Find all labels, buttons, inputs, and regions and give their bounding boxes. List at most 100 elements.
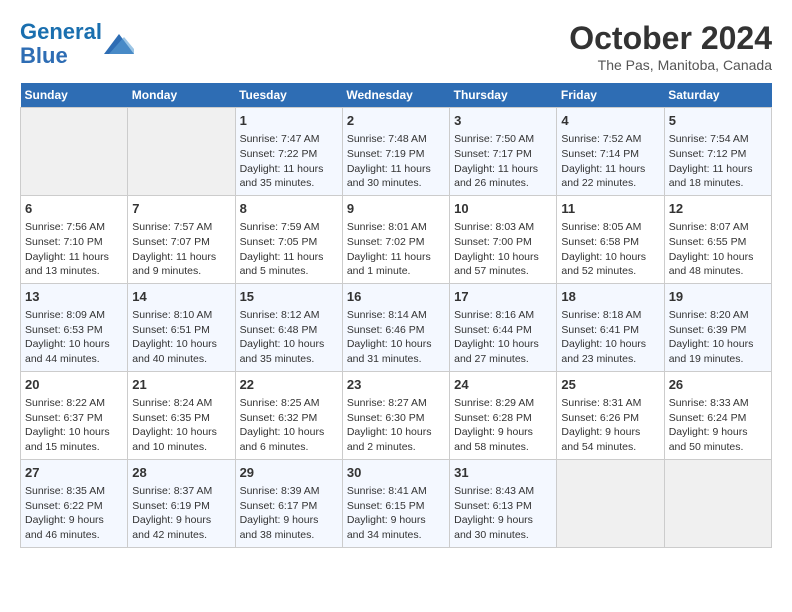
day-number: 13 (25, 288, 123, 306)
day-info: Sunrise: 8:22 AM Sunset: 6:37 PM Dayligh… (25, 396, 123, 455)
day-number: 23 (347, 376, 445, 394)
calendar-cell: 30 Sunrise: 8:41 AM Sunset: 6:15 PM Dayli… (342, 459, 449, 547)
calendar-cell (128, 108, 235, 196)
day-number: 17 (454, 288, 552, 306)
weekday-header: Friday (557, 83, 664, 108)
day-number: 16 (347, 288, 445, 306)
calendar-cell: 21 Sunrise: 8:24 AM Sunset: 6:35 PM Dayli… (128, 371, 235, 459)
day-number: 2 (347, 112, 445, 130)
calendar-table: SundayMondayTuesdayWednesdayThursdayFrid… (20, 83, 772, 548)
day-info: Sunrise: 8:39 AM Sunset: 6:17 PM Dayligh… (240, 484, 338, 543)
calendar-cell: 2 Sunrise: 7:48 AM Sunset: 7:19 PM Daylig… (342, 108, 449, 196)
location: The Pas, Manitoba, Canada (569, 57, 772, 73)
calendar-cell: 7 Sunrise: 7:57 AM Sunset: 7:07 PM Daylig… (128, 195, 235, 283)
logo-subtext: Blue (20, 43, 68, 68)
calendar-cell: 13 Sunrise: 8:09 AM Sunset: 6:53 PM Dayli… (21, 283, 128, 371)
calendar-cell: 28 Sunrise: 8:37 AM Sunset: 6:19 PM Dayli… (128, 459, 235, 547)
day-info: Sunrise: 8:27 AM Sunset: 6:30 PM Dayligh… (347, 396, 445, 455)
calendar-cell: 17Sunrise: 8:16 AM Sunset: 6:44 PM Dayli… (450, 283, 557, 371)
month-title: October 2024 (569, 20, 772, 57)
day-info: Sunrise: 8:31 AM Sunset: 6:26 PM Dayligh… (561, 396, 659, 455)
day-info: Sunrise: 8:20 AM Sunset: 6:39 PM Dayligh… (669, 308, 767, 367)
day-info: Sunrise: 7:48 AM Sunset: 7:19 PM Dayligh… (347, 132, 445, 191)
weekday-header: Monday (128, 83, 235, 108)
day-info: Sunrise: 8:01 AM Sunset: 7:02 PM Dayligh… (347, 220, 445, 279)
day-info: Sunrise: 7:57 AM Sunset: 7:07 PM Dayligh… (132, 220, 230, 279)
calendar-cell: 24Sunrise: 8:29 AM Sunset: 6:28 PM Dayli… (450, 371, 557, 459)
day-number: 15 (240, 288, 338, 306)
calendar-cell (21, 108, 128, 196)
calendar-cell: 14 Sunrise: 8:10 AM Sunset: 6:51 PM Dayli… (128, 283, 235, 371)
day-number: 6 (25, 200, 123, 218)
day-number: 3 (454, 112, 552, 130)
day-number: 31 (454, 464, 552, 482)
day-info: Sunrise: 8:24 AM Sunset: 6:35 PM Dayligh… (132, 396, 230, 455)
day-number: 26 (669, 376, 767, 394)
calendar-cell: 3 Sunrise: 7:50 AM Sunset: 7:17 PM Daylig… (450, 108, 557, 196)
day-number: 22 (240, 376, 338, 394)
day-info: Sunrise: 7:52 AM Sunset: 7:14 PM Dayligh… (561, 132, 659, 191)
calendar-cell: 6 Sunrise: 7:56 AM Sunset: 7:10 PM Daylig… (21, 195, 128, 283)
day-number: 20 (25, 376, 123, 394)
day-info: Sunrise: 8:37 AM Sunset: 6:19 PM Dayligh… (132, 484, 230, 543)
logo-icon (104, 29, 134, 59)
day-info: Sunrise: 8:09 AM Sunset: 6:53 PM Dayligh… (25, 308, 123, 367)
calendar-cell: 22Sunrise: 8:25 AM Sunset: 6:32 PM Dayli… (235, 371, 342, 459)
day-info: Sunrise: 8:18 AM Sunset: 6:41 PM Dayligh… (561, 308, 659, 367)
day-number: 7 (132, 200, 230, 218)
calendar-cell: 4 Sunrise: 7:52 AM Sunset: 7:14 PM Daylig… (557, 108, 664, 196)
calendar-cell: 10Sunrise: 8:03 AM Sunset: 7:00 PM Dayli… (450, 195, 557, 283)
day-number: 27 (25, 464, 123, 482)
day-number: 29 (240, 464, 338, 482)
header-row: SundayMondayTuesdayWednesdayThursdayFrid… (21, 83, 772, 108)
day-number: 8 (240, 200, 338, 218)
calendar-cell (557, 459, 664, 547)
calendar-week: 13 Sunrise: 8:09 AM Sunset: 6:53 PM Dayli… (21, 283, 772, 371)
calendar-cell: 26 Sunrise: 8:33 AM Sunset: 6:24 PM Dayli… (664, 371, 771, 459)
day-number: 21 (132, 376, 230, 394)
day-number: 24 (454, 376, 552, 394)
calendar-cell: 16Sunrise: 8:14 AM Sunset: 6:46 PM Dayli… (342, 283, 449, 371)
logo-text: General (20, 19, 102, 44)
day-number: 10 (454, 200, 552, 218)
day-number: 4 (561, 112, 659, 130)
calendar-week: 6 Sunrise: 7:56 AM Sunset: 7:10 PM Daylig… (21, 195, 772, 283)
page-header: General Blue October 2024 The Pas, Manit… (20, 20, 772, 73)
calendar-cell: 27 Sunrise: 8:35 AM Sunset: 6:22 PM Dayli… (21, 459, 128, 547)
calendar-cell: 8Sunrise: 7:59 AM Sunset: 7:05 PM Daylig… (235, 195, 342, 283)
day-number: 28 (132, 464, 230, 482)
day-info: Sunrise: 8:07 AM Sunset: 6:55 PM Dayligh… (669, 220, 767, 279)
calendar-cell: 15 Sunrise: 8:12 AM Sunset: 6:48 PM Dayli… (235, 283, 342, 371)
title-block: October 2024 The Pas, Manitoba, Canada (569, 20, 772, 73)
calendar-cell: 1 Sunrise: 7:47 AM Sunset: 7:22 PM Daylig… (235, 108, 342, 196)
weekday-header: Tuesday (235, 83, 342, 108)
day-number: 5 (669, 112, 767, 130)
day-info: Sunrise: 8:41 AM Sunset: 6:15 PM Dayligh… (347, 484, 445, 543)
calendar-cell: 25Sunrise: 8:31 AM Sunset: 6:26 PM Dayli… (557, 371, 664, 459)
day-info: Sunrise: 8:35 AM Sunset: 6:22 PM Dayligh… (25, 484, 123, 543)
calendar-cell: 9 Sunrise: 8:01 AM Sunset: 7:02 PM Daylig… (342, 195, 449, 283)
day-number: 1 (240, 112, 338, 130)
day-info: Sunrise: 7:47 AM Sunset: 7:22 PM Dayligh… (240, 132, 338, 191)
day-info: Sunrise: 8:33 AM Sunset: 6:24 PM Dayligh… (669, 396, 767, 455)
day-info: Sunrise: 8:12 AM Sunset: 6:48 PM Dayligh… (240, 308, 338, 367)
weekday-header: Wednesday (342, 83, 449, 108)
calendar-week: 20 Sunrise: 8:22 AM Sunset: 6:37 PM Dayli… (21, 371, 772, 459)
day-number: 14 (132, 288, 230, 306)
calendar-cell: 29 Sunrise: 8:39 AM Sunset: 6:17 PM Dayli… (235, 459, 342, 547)
calendar-cell: 5Sunrise: 7:54 AM Sunset: 7:12 PM Daylig… (664, 108, 771, 196)
day-info: Sunrise: 8:10 AM Sunset: 6:51 PM Dayligh… (132, 308, 230, 367)
day-info: Sunrise: 7:50 AM Sunset: 7:17 PM Dayligh… (454, 132, 552, 191)
day-info: Sunrise: 7:56 AM Sunset: 7:10 PM Dayligh… (25, 220, 123, 279)
day-number: 9 (347, 200, 445, 218)
day-number: 12 (669, 200, 767, 218)
calendar-week: 27 Sunrise: 8:35 AM Sunset: 6:22 PM Dayli… (21, 459, 772, 547)
calendar-cell: 12 Sunrise: 8:07 AM Sunset: 6:55 PM Dayli… (664, 195, 771, 283)
logo: General Blue (20, 20, 134, 68)
weekday-header: Sunday (21, 83, 128, 108)
day-info: Sunrise: 8:43 AM Sunset: 6:13 PM Dayligh… (454, 484, 552, 543)
day-number: 18 (561, 288, 659, 306)
day-number: 30 (347, 464, 445, 482)
calendar-cell: 18 Sunrise: 8:18 AM Sunset: 6:41 PM Dayli… (557, 283, 664, 371)
weekday-header: Saturday (664, 83, 771, 108)
